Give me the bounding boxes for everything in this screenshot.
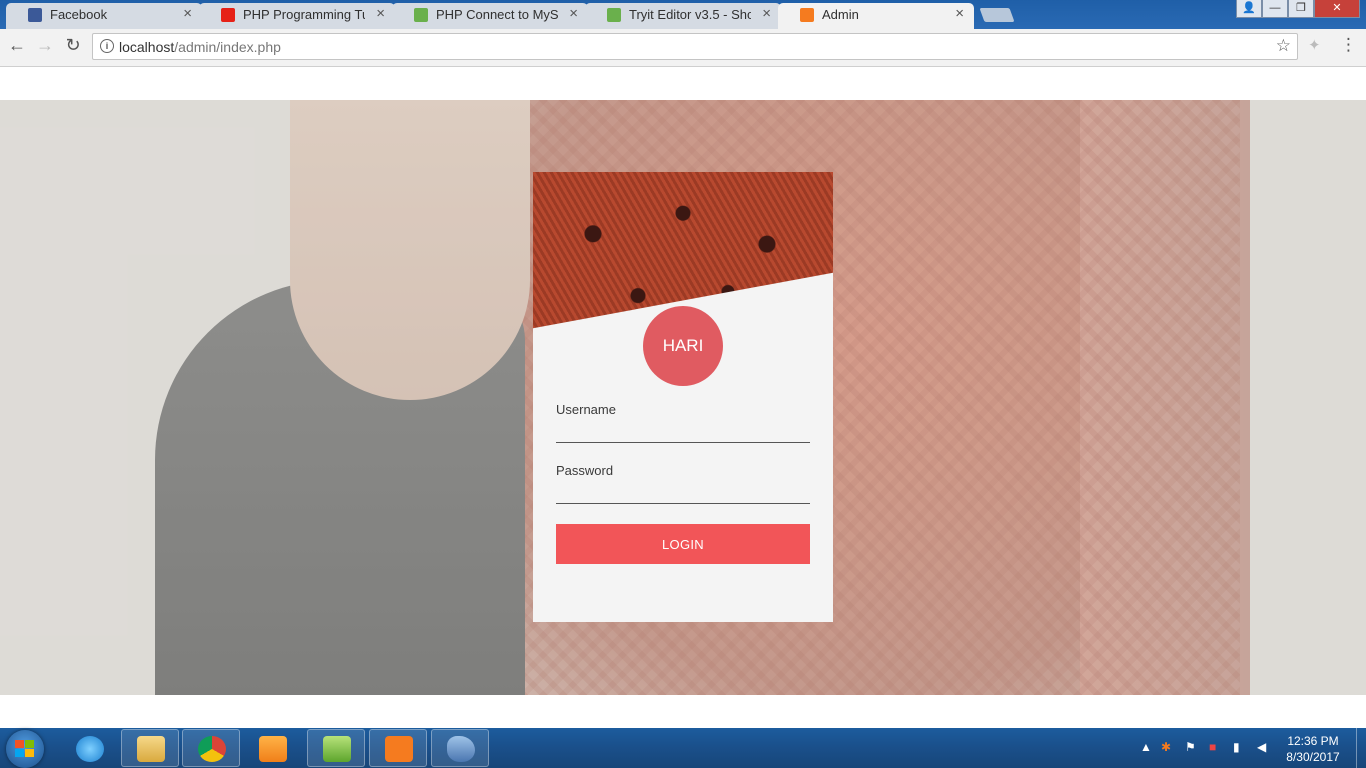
url-path: /admin/index.php <box>174 39 281 55</box>
tab-facebook[interactable]: Facebook × <box>6 3 202 29</box>
tab-title: Tryit Editor v3.5 - Show P <box>629 7 751 22</box>
browser-toolbar: ← → ↻ i localhost/admin/index.php ☆ <box>0 29 1366 67</box>
tab-strip: Facebook × PHP Programming Tutor × PHP C… <box>0 0 1366 29</box>
internet-explorer-icon <box>76 736 104 762</box>
close-window-button[interactable]: ✕ <box>1314 0 1360 18</box>
taskbar-internet-explorer[interactable] <box>60 729 118 767</box>
maximize-button[interactable]: ❐ <box>1288 0 1314 18</box>
taskbar-mysql-workbench[interactable] <box>431 729 489 767</box>
close-icon[interactable]: × <box>376 5 385 22</box>
close-icon[interactable]: × <box>569 5 578 22</box>
reload-icon[interactable]: ↻ <box>61 35 85 56</box>
taskbar-xampp[interactable] <box>369 729 427 767</box>
windows-logo-icon <box>15 740 34 757</box>
xampp-icon <box>800 8 814 22</box>
password-input[interactable] <box>556 479 810 504</box>
tab-title: PHP Connect to MySQL <box>436 7 558 22</box>
volume-icon[interactable]: ◀ <box>1257 740 1266 754</box>
start-button[interactable] <box>6 730 44 768</box>
folder-icon <box>137 736 165 762</box>
url-host: localhost <box>119 39 175 55</box>
avatar: HARI <box>643 306 723 386</box>
address-bar[interactable]: i localhost/admin/index.php ☆ <box>92 33 1298 60</box>
user-icon[interactable]: 👤 <box>1236 0 1262 18</box>
bookmark-star-icon[interactable]: ☆ <box>1276 36 1291 56</box>
facebook-icon <box>28 8 42 22</box>
taskbar-media-player[interactable] <box>243 729 301 767</box>
chrome-icon <box>198 736 226 762</box>
tab-title: Admin <box>822 7 859 22</box>
tab-tryit-editor[interactable]: Tryit Editor v3.5 - Show P × <box>585 3 781 29</box>
w3schools-icon <box>607 8 621 22</box>
show-hidden-icons[interactable]: ▲ <box>1140 740 1152 754</box>
notepad-plus-plus-icon <box>323 736 351 762</box>
password-label: Password <box>556 463 614 478</box>
tab-php-tutorial[interactable]: PHP Programming Tutor × <box>199 3 395 29</box>
xampp-tray-icon[interactable]: ✱ <box>1161 740 1171 754</box>
new-tab-button[interactable] <box>979 8 1015 22</box>
username-input[interactable] <box>556 418 810 443</box>
dolphin-icon <box>447 736 475 762</box>
extension-icon[interactable]: ✦ <box>1308 36 1321 54</box>
close-icon[interactable]: × <box>955 5 964 22</box>
taskbar-chrome[interactable] <box>182 729 240 767</box>
login-button[interactable]: LOGIN <box>556 524 810 564</box>
taskbar-notepad-plus-plus[interactable] <box>307 729 365 767</box>
xampp-icon <box>385 736 413 762</box>
close-icon[interactable]: × <box>762 5 771 22</box>
tab-php-mysql[interactable]: PHP Connect to MySQL × <box>392 3 588 29</box>
info-icon[interactable]: i <box>100 39 114 53</box>
w3schools-icon <box>414 8 428 22</box>
username-label: Username <box>556 402 616 417</box>
youtube-icon <box>221 8 235 22</box>
forward-icon[interactable]: → <box>33 35 57 56</box>
tab-title: PHP Programming Tutor <box>243 7 365 22</box>
clock-time: 12:36 PM <box>1287 734 1339 748</box>
tab-admin[interactable]: Admin × <box>778 3 974 29</box>
clock-date: 8/30/2017 <box>1286 750 1340 764</box>
menu-icon[interactable]: ⋮ <box>1340 35 1357 55</box>
action-center-flag-icon[interactable]: ⚑ <box>1185 740 1196 754</box>
show-desktop-button[interactable] <box>1356 728 1366 768</box>
url-text[interactable]: localhost/admin/index.php <box>119 39 281 55</box>
system-clock[interactable]: 12:36 PM 8/30/2017 <box>1284 733 1342 765</box>
antivirus-icon[interactable]: ■ <box>1209 740 1216 754</box>
media-player-icon <box>259 736 287 762</box>
taskbar-file-explorer[interactable] <box>121 729 179 767</box>
close-icon[interactable]: × <box>183 5 192 22</box>
tab-title: Facebook <box>50 7 108 22</box>
minimize-button[interactable]: — <box>1262 0 1288 18</box>
network-icon[interactable]: ▮ <box>1233 740 1240 754</box>
back-icon[interactable]: ← <box>5 35 29 56</box>
login-card: HARI Username Password LOGIN <box>533 172 833 622</box>
